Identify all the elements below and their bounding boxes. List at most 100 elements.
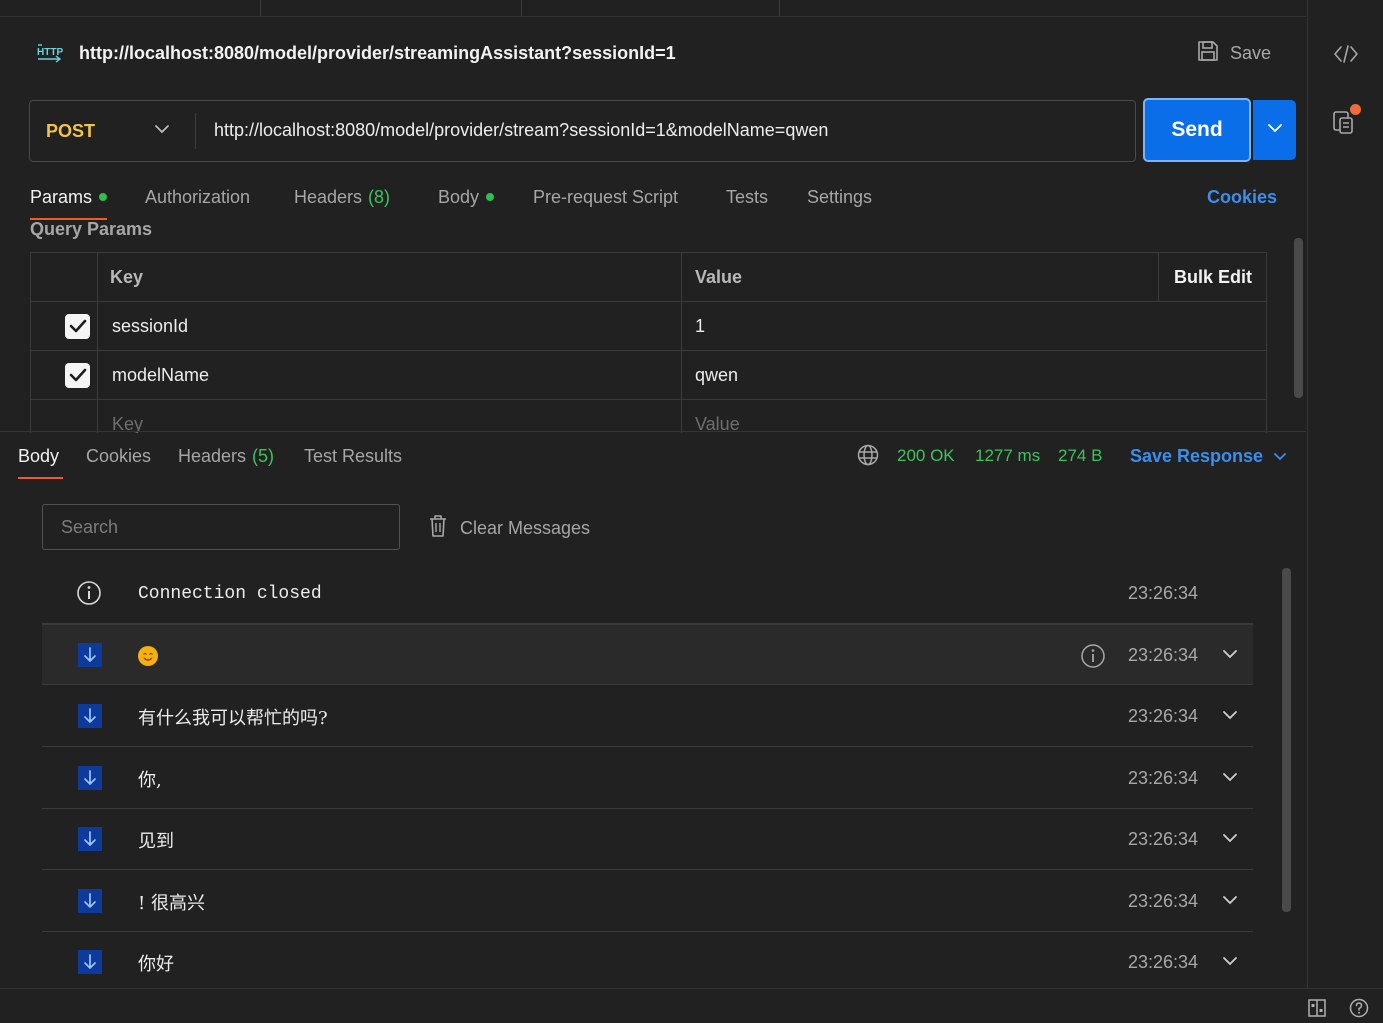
- url-input[interactable]: http://localhost:8080/model/provider/str…: [214, 118, 828, 142]
- body-indicator-dot: [486, 193, 495, 201]
- message-text: 你好: [138, 953, 174, 975]
- status-code[interactable]: 200 OK: [897, 444, 955, 468]
- save-label: Save: [1230, 42, 1272, 63]
- tab-strip-segment[interactable]: [0, 0, 261, 16]
- chevron-down-icon: [1267, 121, 1283, 139]
- chevron-down-icon[interactable]: [1222, 708, 1238, 726]
- param-value[interactable]: 1: [695, 302, 705, 350]
- arrow-down-icon: [78, 704, 102, 728]
- save-response-button[interactable]: Save Response: [1130, 444, 1287, 468]
- info-icon: [76, 580, 102, 611]
- chevron-down-icon[interactable]: [154, 122, 170, 140]
- tab-response-cookies[interactable]: Cookies: [86, 444, 151, 468]
- tab-params[interactable]: Params: [30, 185, 108, 209]
- row-checkbox[interactable]: [65, 302, 90, 350]
- param-value[interactable]: qwen: [695, 351, 738, 399]
- active-tab-underline: [18, 477, 63, 479]
- chevron-down-icon[interactable]: [1222, 893, 1238, 911]
- message-text: Connection closed: [138, 583, 322, 604]
- chevron-down-icon[interactable]: [1222, 647, 1238, 665]
- globe-icon[interactable]: [857, 444, 879, 471]
- message-text: 有什么我可以帮忙的吗?: [138, 707, 328, 729]
- clear-messages-button[interactable]: Clear Messages: [428, 514, 590, 543]
- info-icon[interactable]: [1080, 643, 1106, 674]
- right-sidebar: [1307, 0, 1383, 988]
- new-value-input[interactable]: Value: [695, 400, 740, 434]
- column-header-key: Key: [110, 266, 144, 287]
- tab-response-headers-label: Headers: [178, 446, 247, 466]
- trash-icon: [428, 514, 448, 543]
- message-row[interactable]: 你, 23:26:34: [42, 748, 1253, 809]
- params-scrollbar[interactable]: [1294, 238, 1303, 398]
- help-icon[interactable]: [1349, 998, 1369, 1023]
- tab-prerequest-script[interactable]: Pre-request Script: [533, 185, 678, 209]
- layout-toggle-icon[interactable]: [1307, 998, 1327, 1023]
- tab-params-label: Params: [30, 187, 93, 207]
- table-row: sessionId 1: [31, 302, 1266, 351]
- param-key[interactable]: sessionId: [112, 302, 188, 350]
- http-icon: HTTP: [36, 41, 64, 65]
- arrow-down-icon: [78, 766, 102, 790]
- smile-emoji-icon: [138, 645, 158, 666]
- svg-text:HTTP: HTTP: [37, 47, 63, 58]
- notification-dot: [1350, 104, 1361, 115]
- tab-strip-segment-active[interactable]: [522, 0, 780, 16]
- documentation-icon[interactable]: [1330, 104, 1362, 140]
- response-size[interactable]: 274 B: [1058, 444, 1102, 468]
- chevron-down-icon[interactable]: [1222, 770, 1238, 788]
- arrow-down-icon: [78, 643, 102, 667]
- method-selector[interactable]: POST: [46, 120, 95, 142]
- message-row[interactable]: 23:26:34: [42, 624, 1253, 685]
- new-key-input[interactable]: Key: [112, 400, 143, 434]
- message-text: 你,: [138, 769, 162, 791]
- divider: [195, 113, 196, 149]
- tab-body[interactable]: Body: [438, 185, 495, 209]
- clear-messages-label: Clear Messages: [460, 518, 591, 538]
- message-row[interactable]: 你好 23:26:34: [42, 932, 1253, 993]
- table-header-row: Key Value Bulk Edit: [31, 253, 1266, 302]
- response-time[interactable]: 1277 ms: [975, 444, 1040, 468]
- check-icon: [65, 362, 90, 388]
- message-time: 23:26:34: [1128, 829, 1199, 849]
- tab-authorization[interactable]: Authorization: [145, 185, 250, 209]
- code-icon[interactable]: [1330, 40, 1362, 68]
- message-row[interactable]: 有什么我可以帮忙的吗? 23:26:34: [42, 686, 1253, 747]
- row-checkbox[interactable]: [65, 351, 90, 399]
- cookies-link[interactable]: Cookies: [1207, 185, 1277, 209]
- tab-test-results[interactable]: Test Results: [304, 444, 402, 468]
- bulk-edit-button[interactable]: Bulk Edit: [1174, 253, 1252, 301]
- arrow-down-icon: [78, 827, 102, 851]
- save-button[interactable]: Save: [1196, 38, 1271, 68]
- send-options-button[interactable]: [1253, 100, 1296, 160]
- message-row[interactable]: ! 很高兴 23:26:34: [42, 871, 1253, 932]
- message-time: 23:26:34: [1128, 952, 1199, 972]
- tab-headers[interactable]: Headers (8): [294, 185, 390, 209]
- tab-tests[interactable]: Tests: [726, 185, 768, 209]
- params-table: Key Value Bulk Edit sessionId 1 modelNam…: [30, 252, 1267, 433]
- send-button[interactable]: Send: [1143, 98, 1251, 162]
- status-bar: [0, 988, 1383, 1021]
- chevron-down-icon[interactable]: [1222, 831, 1238, 849]
- tab-settings[interactable]: Settings: [807, 185, 872, 209]
- message-row[interactable]: 见到 23:26:34: [42, 809, 1253, 870]
- param-key[interactable]: modelName: [112, 351, 209, 399]
- messages-scrollbar[interactable]: [1282, 568, 1291, 912]
- top-tab-strip: [0, 0, 1306, 17]
- tab-response-headers[interactable]: Headers (5): [178, 444, 274, 468]
- message-time: 23:26:34: [1128, 706, 1199, 726]
- tab-strip-segment[interactable]: [261, 0, 522, 16]
- search-input[interactable]: [42, 504, 400, 550]
- query-params-label: Query Params: [30, 219, 153, 239]
- message-time: 23:26:34: [1128, 768, 1199, 788]
- tab-response-body[interactable]: Body: [18, 444, 59, 468]
- arrow-down-icon: [78, 950, 102, 974]
- check-icon: [65, 313, 90, 339]
- tab-headers-label: Headers: [294, 187, 363, 207]
- request-title[interactable]: http://localhost:8080/model/provider/str…: [79, 41, 676, 65]
- chevron-down-icon[interactable]: [1222, 954, 1238, 972]
- table-row: modelName qwen: [31, 351, 1266, 400]
- message-text: 见到: [138, 830, 174, 852]
- arrow-down-icon: [78, 889, 102, 913]
- message-time: 23:26:34: [1128, 583, 1199, 603]
- message-row[interactable]: Connection closed 23:26:34: [42, 563, 1253, 624]
